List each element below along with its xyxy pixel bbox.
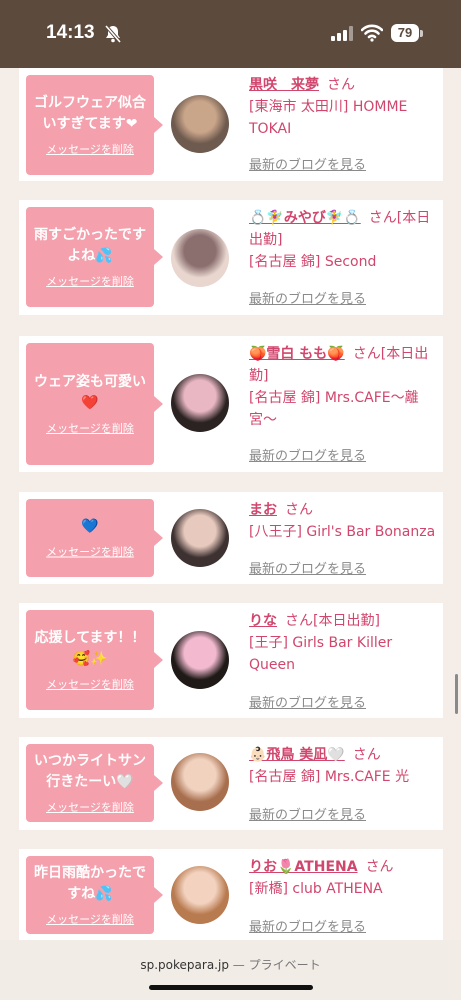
shop-name: [名古屋 錦] Mrs.CAFE 光 — [249, 769, 410, 785]
latest-blog-link[interactable]: 最新のブログを見る — [249, 804, 366, 823]
cast-name-link[interactable]: りな — [249, 613, 277, 629]
url-domain: sp.pokepara.jp — [140, 958, 229, 972]
avatar[interactable] — [171, 866, 229, 924]
avatar[interactable] — [171, 509, 229, 567]
latest-blog-link[interactable]: 最新のブログを見る — [249, 154, 366, 173]
delete-message-link[interactable]: メッセージを削除 — [46, 911, 134, 927]
message-bubble: いつかライトサン行きたーい🤍 メッセージを削除 — [26, 744, 163, 822]
bell-off-icon — [104, 24, 122, 44]
shop-name: [新橋] club ATHENA — [249, 881, 383, 897]
latest-blog-link[interactable]: 最新のブログを見る — [249, 445, 366, 464]
message-bubble: 応援してます！！🥰✨ メッセージを削除 — [26, 610, 163, 710]
message-text: いつかライトサン行きたーい🤍 — [34, 753, 146, 790]
shop-name: [名古屋 錦] Second — [249, 254, 377, 270]
url-display[interactable]: sp.pokepara.jp — プライベート — [0, 956, 461, 973]
cast-info: 🍑雪白 もも🍑 さん[本日出勤] [名古屋 錦] Mrs.CAFE〜離宮〜 — [249, 343, 439, 431]
avatar[interactable] — [171, 631, 229, 689]
message-bubble: ウェア姿も可愛い❤️ メッセージを削除 — [26, 343, 163, 465]
cast-info: 💍🧚‍♀️みやび🧚‍♀️💍 さん[本日出勤] [名古屋 錦] Second — [249, 207, 439, 273]
cast-info: りな さん[本日出勤] [王子] Girls Bar Killer Queen — [249, 610, 439, 676]
avatar[interactable] — [171, 374, 229, 432]
message-bubble: 昨日雨酷かったですね💦 メッセージを削除 — [26, 856, 163, 934]
honorific: さん — [327, 77, 355, 93]
message-text: 雨すごかったですよね💦 — [34, 227, 146, 264]
work-status: [本日出勤] — [313, 613, 380, 629]
delete-message-link[interactable]: メッセージを削除 — [46, 420, 134, 436]
avatar[interactable] — [171, 229, 229, 287]
battery-level: 79 — [391, 24, 419, 42]
message-text: ゴルフウェア似合いすぎてます❤ — [34, 95, 146, 132]
status-time: 14:13 — [46, 22, 95, 43]
cast-name-link[interactable]: 💍🧚‍♀️みやび🧚‍♀️💍 — [249, 210, 361, 226]
cast-name-link[interactable]: 黒咲 来夢 — [249, 77, 319, 93]
cast-info: まお さん [八王子] Girl's Bar Bonanza — [249, 499, 439, 543]
private-mode-label: プライベート — [248, 958, 321, 972]
cast-info: りお🌷ATHENA さん [新橋] club ATHENA — [249, 856, 439, 900]
latest-blog-link[interactable]: 最新のブログを見る — [249, 558, 366, 577]
cast-name-link[interactable]: 👶🏻飛鳥 美凪🤍 — [249, 747, 345, 763]
cast-name-link[interactable]: 🍑雪白 もも🍑 — [249, 346, 345, 362]
message-card: 応援してます！！🥰✨ メッセージを削除 りな さん[本日出勤] [王子] Girl… — [19, 603, 443, 718]
status-bar: 14:13 79 — [0, 0, 461, 68]
delete-message-link[interactable]: メッセージを削除 — [46, 676, 134, 692]
url-separator: — — [232, 958, 245, 972]
avatar[interactable] — [171, 95, 229, 153]
message-text: 昨日雨酷かったですね💦 — [34, 865, 146, 902]
delete-message-link[interactable]: メッセージを削除 — [46, 273, 134, 289]
message-card: ゴルフウェア似合いすぎてます❤ メッセージを削除 黒咲 来夢 さん [東海市 太田… — [19, 68, 443, 181]
honorific: さん — [285, 613, 313, 629]
message-card: 昨日雨酷かったですね💦 メッセージを削除 りお🌷ATHENA さん [新橋] cl… — [19, 849, 443, 941]
honorific: さん — [285, 502, 313, 518]
message-text: 💙 — [81, 518, 99, 535]
avatar[interactable] — [171, 753, 229, 811]
browser-bottom-bar[interactable]: sp.pokepara.jp — プライベート — [0, 940, 461, 1000]
message-card: 💙 メッセージを削除 まお さん [八王子] Girl's Bar Bonanza… — [19, 492, 443, 584]
home-indicator[interactable] — [149, 985, 313, 990]
message-bubble: ゴルフウェア似合いすぎてます❤ メッセージを削除 — [26, 75, 163, 175]
scrollbar-thumb[interactable] — [455, 674, 458, 714]
cast-info: 黒咲 来夢 さん [東海市 太田川] HOMME TOKAI — [249, 74, 439, 140]
cast-info: 👶🏻飛鳥 美凪🤍 さん [名古屋 錦] Mrs.CAFE 光 — [249, 744, 439, 788]
message-bubble: 💙 メッセージを削除 — [26, 499, 163, 577]
message-text: 応援してます！！🥰✨ — [34, 630, 146, 667]
delete-message-link[interactable]: メッセージを削除 — [46, 544, 134, 560]
wifi-icon — [361, 24, 383, 42]
honorific: さん — [365, 859, 394, 875]
latest-blog-link[interactable]: 最新のブログを見る — [249, 288, 366, 307]
message-bubble: 雨すごかったですよね💦 メッセージを削除 — [26, 207, 163, 307]
shop-name: [名古屋 錦] Mrs.CAFE〜離宮〜 — [249, 390, 419, 428]
message-card: 雨すごかったですよね💦 メッセージを削除 💍🧚‍♀️みやび🧚‍♀️💍 さん[本日出… — [19, 200, 443, 315]
honorific: さん — [352, 747, 381, 763]
shop-name: [東海市 太田川] HOMME TOKAI — [249, 99, 408, 137]
shop-name: [八王子] Girl's Bar Bonanza — [249, 524, 436, 540]
message-card: いつかライトサン行きたーい🤍 メッセージを削除 👶🏻飛鳥 美凪🤍 さん [名古屋 … — [19, 737, 443, 830]
message-card: ウェア姿も可愛い❤️ メッセージを削除 🍑雪白 もも🍑 さん[本日出勤] [名古屋… — [19, 336, 443, 472]
signal-icon — [331, 26, 353, 41]
delete-message-link[interactable]: メッセージを削除 — [46, 141, 134, 157]
latest-blog-link[interactable]: 最新のブログを見る — [249, 692, 366, 711]
shop-name: [王子] Girls Bar Killer Queen — [249, 635, 393, 673]
cast-name-link[interactable]: まお — [249, 502, 277, 518]
latest-blog-link[interactable]: 最新のブログを見る — [249, 916, 366, 935]
honorific: さん — [368, 210, 397, 226]
message-text: ウェア姿も可愛い❤️ — [34, 374, 146, 411]
honorific: さん — [352, 346, 381, 362]
battery-tip — [420, 30, 423, 37]
cast-name-link[interactable]: りお🌷ATHENA — [249, 859, 358, 875]
delete-message-link[interactable]: メッセージを削除 — [46, 799, 134, 815]
